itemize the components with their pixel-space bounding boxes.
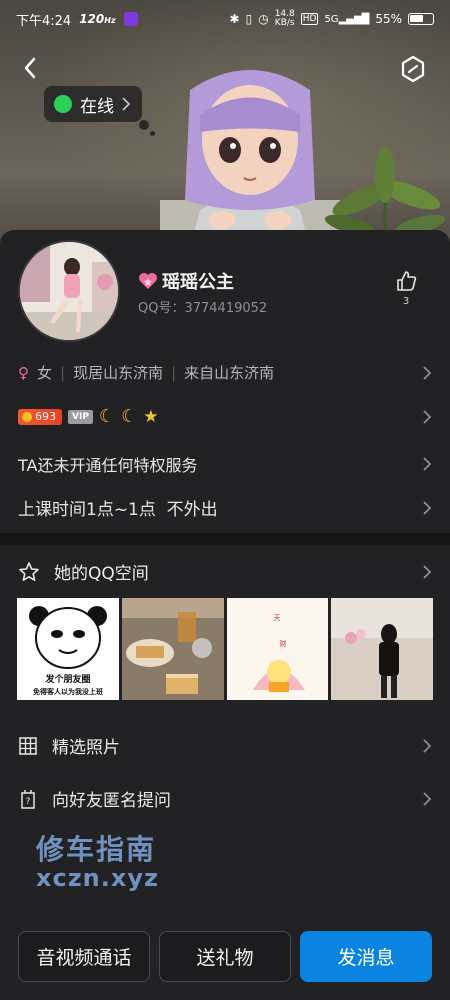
hd-badge: HD: [300, 13, 319, 25]
profile-name-row: 瑶瑶公主: [138, 268, 234, 294]
qzone-title: 她的QQ空间: [54, 564, 149, 584]
battery-icon: [408, 13, 434, 25]
svg-text:?: ?: [26, 797, 31, 807]
chevron-right-icon: [423, 738, 432, 753]
chevron-left-icon: [24, 57, 36, 79]
coin-icon: [22, 411, 32, 422]
panda-meme-image: 发个朋友圈 免得客人以为我没上班: [17, 598, 119, 700]
profile-name: 瑶瑶公主: [162, 272, 234, 293]
back-button[interactable]: [14, 52, 46, 84]
separator: |: [60, 363, 66, 382]
status-time: 下午4:24: [16, 13, 72, 29]
portrait-image: [331, 598, 433, 700]
qq-number[interactable]: QQ号：3774419052: [138, 297, 267, 316]
qzone-photo[interactable]: [121, 598, 224, 700]
chevron-right-icon: [423, 791, 432, 806]
bubble-tail-small: [150, 131, 155, 136]
heart-icon: [139, 273, 157, 289]
badges-row[interactable]: 693 VIP ☾ ☾ ★: [18, 406, 432, 427]
watermark-line2: xczn.xyz: [36, 864, 159, 892]
meme-caption-1: 发个朋友圈: [44, 673, 90, 685]
status-bar: 下午4:24 120Hz ✱ ▯ ◷ 14.8 KB/s HD 5G▂▄▆█ 5…: [0, 0, 450, 38]
signature-text: 上课时间1点~1点 不外出: [18, 500, 218, 520]
residence-label: 现居山东济南: [73, 364, 164, 382]
send-gift-button[interactable]: 送礼物: [159, 931, 291, 982]
av-call-button[interactable]: 音视频通话: [18, 931, 150, 982]
refresh-rate-badge: 120Hz: [79, 12, 115, 26]
qzone-photo-strip: 发个朋友圈 免得客人以为我没上班 天 财: [17, 598, 433, 700]
star-icon: ★: [143, 406, 159, 427]
basic-info-row[interactable]: ♀ 女 | 现居山东济南 | 来自山东济南: [18, 362, 432, 383]
chevron-right-icon: [423, 457, 432, 471]
cover-3d-avatar: [160, 70, 340, 250]
chevron-right-icon: [423, 564, 432, 579]
chevron-right-icon: [423, 365, 432, 380]
qzone-photo[interactable]: 发个朋友圈 免得客人以为我没上班: [17, 598, 119, 700]
qzone-photo[interactable]: [331, 598, 433, 700]
female-icon: ♀: [18, 363, 29, 382]
signature-row[interactable]: 上课时间1点~1点 不外出: [18, 495, 432, 520]
signal-icon: 5G▂▄▆█: [324, 13, 370, 25]
cartoon-text-1: 天: [273, 614, 280, 622]
question-box-icon: ?: [21, 789, 35, 809]
privilege-row[interactable]: TA还未开通任何特权服务: [18, 452, 432, 476]
selected-photos-row[interactable]: 精选照片: [18, 733, 432, 758]
hometown-label: 来自山东济南: [184, 364, 275, 382]
level-value: 693: [35, 410, 56, 423]
like-count: 3: [402, 296, 410, 307]
hexagon-icon: [401, 55, 425, 83]
avatar-photo: [20, 242, 118, 340]
net-speed: 14.8 KB/s: [275, 10, 295, 28]
online-status-label: 在线: [80, 96, 114, 117]
chevron-right-icon: [423, 409, 432, 424]
selected-photos-label: 精选照片: [52, 738, 120, 758]
moon-icon: ☾: [121, 406, 138, 427]
star-outline-icon: [19, 561, 39, 581]
privilege-text: TA还未开通任何特权服务: [18, 456, 198, 475]
battery-percent: 55%: [375, 12, 402, 26]
send-message-button[interactable]: 发消息: [300, 931, 432, 982]
level-badge: 693: [18, 408, 62, 425]
online-dot-icon: [54, 95, 72, 113]
chevron-right-icon: [423, 500, 432, 515]
section-divider: [0, 533, 450, 545]
avatar[interactable]: [18, 240, 120, 342]
vip-badge: VIP: [68, 409, 93, 424]
dress-up-button[interactable]: [398, 54, 428, 84]
watermark-line1: 修车指南: [36, 833, 157, 866]
grid-icon: [19, 736, 37, 755]
anon-question-row[interactable]: ? 向好友匿名提问: [18, 786, 432, 811]
net-speed-unit: KB/s: [274, 18, 295, 28]
vibrate-icon: ▯: [245, 12, 253, 26]
cartoon-text-2: 财: [279, 639, 286, 648]
chevron-right-icon: [122, 97, 130, 111]
thumbs-up-icon: [397, 271, 417, 291]
refresh-rate-unit: Hz: [104, 16, 116, 25]
moon-icon: ☾: [98, 406, 116, 427]
watermark: 修车指南 xczn.xyz: [36, 828, 159, 892]
app-notification-icon: [123, 12, 138, 26]
online-status-pill[interactable]: 在线: [44, 86, 142, 122]
separator: |: [171, 363, 177, 382]
refresh-rate-value: 120: [79, 12, 105, 26]
fortune-cartoon-image: 天 财: [226, 598, 329, 700]
profile-cover: 下午4:24 120Hz ✱ ▯ ◷ 14.8 KB/s HD 5G▂▄▆█ 5…: [0, 0, 450, 250]
bluetooth-icon: ✱: [229, 12, 240, 26]
anon-question-label: 向好友匿名提问: [52, 791, 171, 811]
food-image: [121, 598, 224, 700]
alarm-icon: ◷: [258, 12, 269, 26]
meme-caption-2: 免得客人以为我没上班: [33, 687, 103, 696]
signal-label: 5G: [324, 13, 339, 25]
gender-label: 女: [37, 364, 53, 382]
qzone-photo[interactable]: 天 财: [226, 598, 329, 700]
like-button[interactable]: 3: [392, 270, 420, 307]
qzone-row[interactable]: 她的QQ空间: [18, 559, 432, 584]
bubble-tail: [139, 120, 149, 130]
